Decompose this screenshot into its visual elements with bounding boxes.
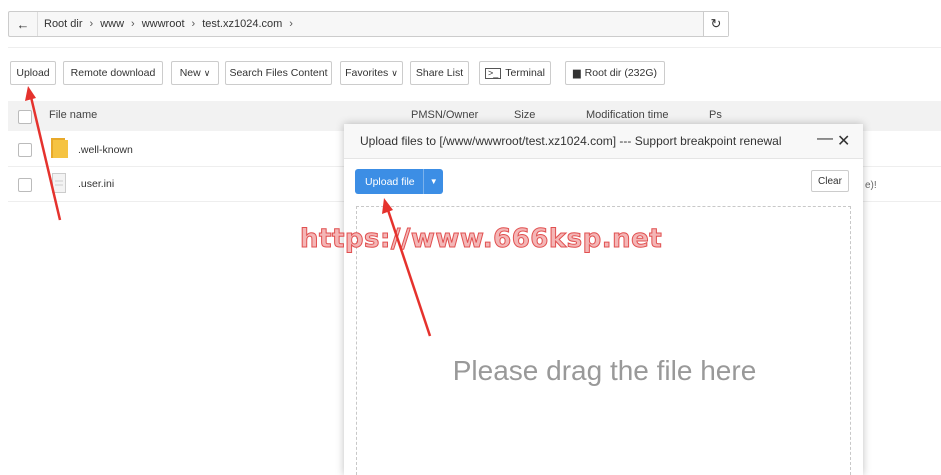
crumb-wwwroot[interactable]: wwwroot — [142, 18, 185, 30]
remote-download-label: Remote download — [70, 67, 156, 79]
dialog-header: Upload files to [/www/wwwroot/test.xz102… — [344, 124, 863, 159]
breadcrumb: Root dir › www › wwwroot › test.xz1024.c… — [38, 18, 300, 30]
share-list-label: Share List — [415, 67, 464, 79]
favorites-label: Favorites — [345, 67, 389, 79]
chevron-right-icon: › — [89, 18, 94, 30]
folder-icon — [51, 138, 68, 158]
close-icon[interactable]: ✕ — [837, 131, 850, 151]
search-content-button[interactable]: Search Files Content — [225, 61, 332, 85]
terminal-label: Terminal — [505, 67, 545, 79]
new-button[interactable]: New ∨ — [171, 61, 219, 85]
chevron-right-icon: › — [191, 18, 196, 30]
col-size[interactable]: Size — [514, 109, 535, 121]
root-dir-label: Root dir (232G) — [584, 67, 658, 79]
file-name[interactable]: .user.ini — [78, 178, 114, 190]
share-list-button[interactable]: Share List — [410, 61, 469, 85]
remote-download-button[interactable]: Remote download — [63, 61, 163, 85]
upload-label: Upload — [16, 67, 50, 79]
col-ps[interactable]: Ps — [709, 109, 722, 121]
crumb-site[interactable]: test.xz1024.com — [202, 18, 282, 30]
refresh-button[interactable]: ↻ — [703, 12, 728, 36]
chevron-down-icon: ∨ — [391, 67, 398, 78]
chevron-right-icon: › — [131, 18, 135, 30]
root-dir-button[interactable]: ▆ Root dir (232G) — [565, 61, 665, 85]
clear-button[interactable]: Clear — [811, 170, 849, 192]
ps-text: e)! — [865, 180, 877, 191]
watermark-text: https://www.666ksp.net — [299, 224, 663, 255]
path-bar[interactable]: ← Root dir › www › wwwroot › test.xz1024… — [8, 11, 729, 37]
arrow-left-icon: ← — [16, 16, 30, 32]
back-button[interactable]: ← — [9, 12, 38, 36]
crumb-root[interactable]: Root dir — [44, 18, 83, 30]
row-checkbox[interactable] — [18, 178, 32, 192]
upload-file-label: Upload file — [365, 175, 415, 188]
new-label: New — [179, 67, 201, 79]
disk-icon: ▆ — [572, 67, 581, 79]
crumb-www[interactable]: www — [100, 18, 124, 30]
chevron-down-icon: ∨ — [203, 67, 211, 78]
terminal-button[interactable]: >_ Terminal — [479, 61, 551, 85]
refresh-icon: ↻ — [710, 16, 722, 31]
search-label: Search Files Content — [229, 67, 328, 79]
col-permission[interactable]: PMSN/Owner — [411, 109, 478, 121]
divider — [8, 47, 941, 48]
terminal-icon: >_ — [485, 67, 502, 79]
upload-button[interactable]: Upload — [10, 61, 56, 85]
row-checkbox[interactable] — [18, 143, 32, 157]
minimize-icon[interactable]: — — [817, 130, 833, 148]
favorites-button[interactable]: Favorites ∨ — [340, 61, 403, 85]
caret-down-icon[interactable]: ▼ — [423, 169, 443, 194]
dialog-title: Upload files to [/www/wwwroot/test.xz102… — [360, 134, 782, 148]
file-icon — [52, 173, 66, 193]
col-file-name[interactable]: File name — [49, 109, 97, 121]
chevron-right-icon: › — [289, 18, 293, 30]
col-modification-time[interactable]: Modification time — [586, 109, 669, 121]
upload-file-button[interactable]: Upload file ▼ — [355, 169, 443, 194]
upload-dialog: Upload files to [/www/wwwroot/test.xz102… — [344, 124, 863, 475]
drop-hint: Please drag the file here — [452, 355, 757, 386]
select-all-checkbox[interactable] — [18, 110, 32, 124]
file-name[interactable]: .well-known — [78, 144, 133, 156]
